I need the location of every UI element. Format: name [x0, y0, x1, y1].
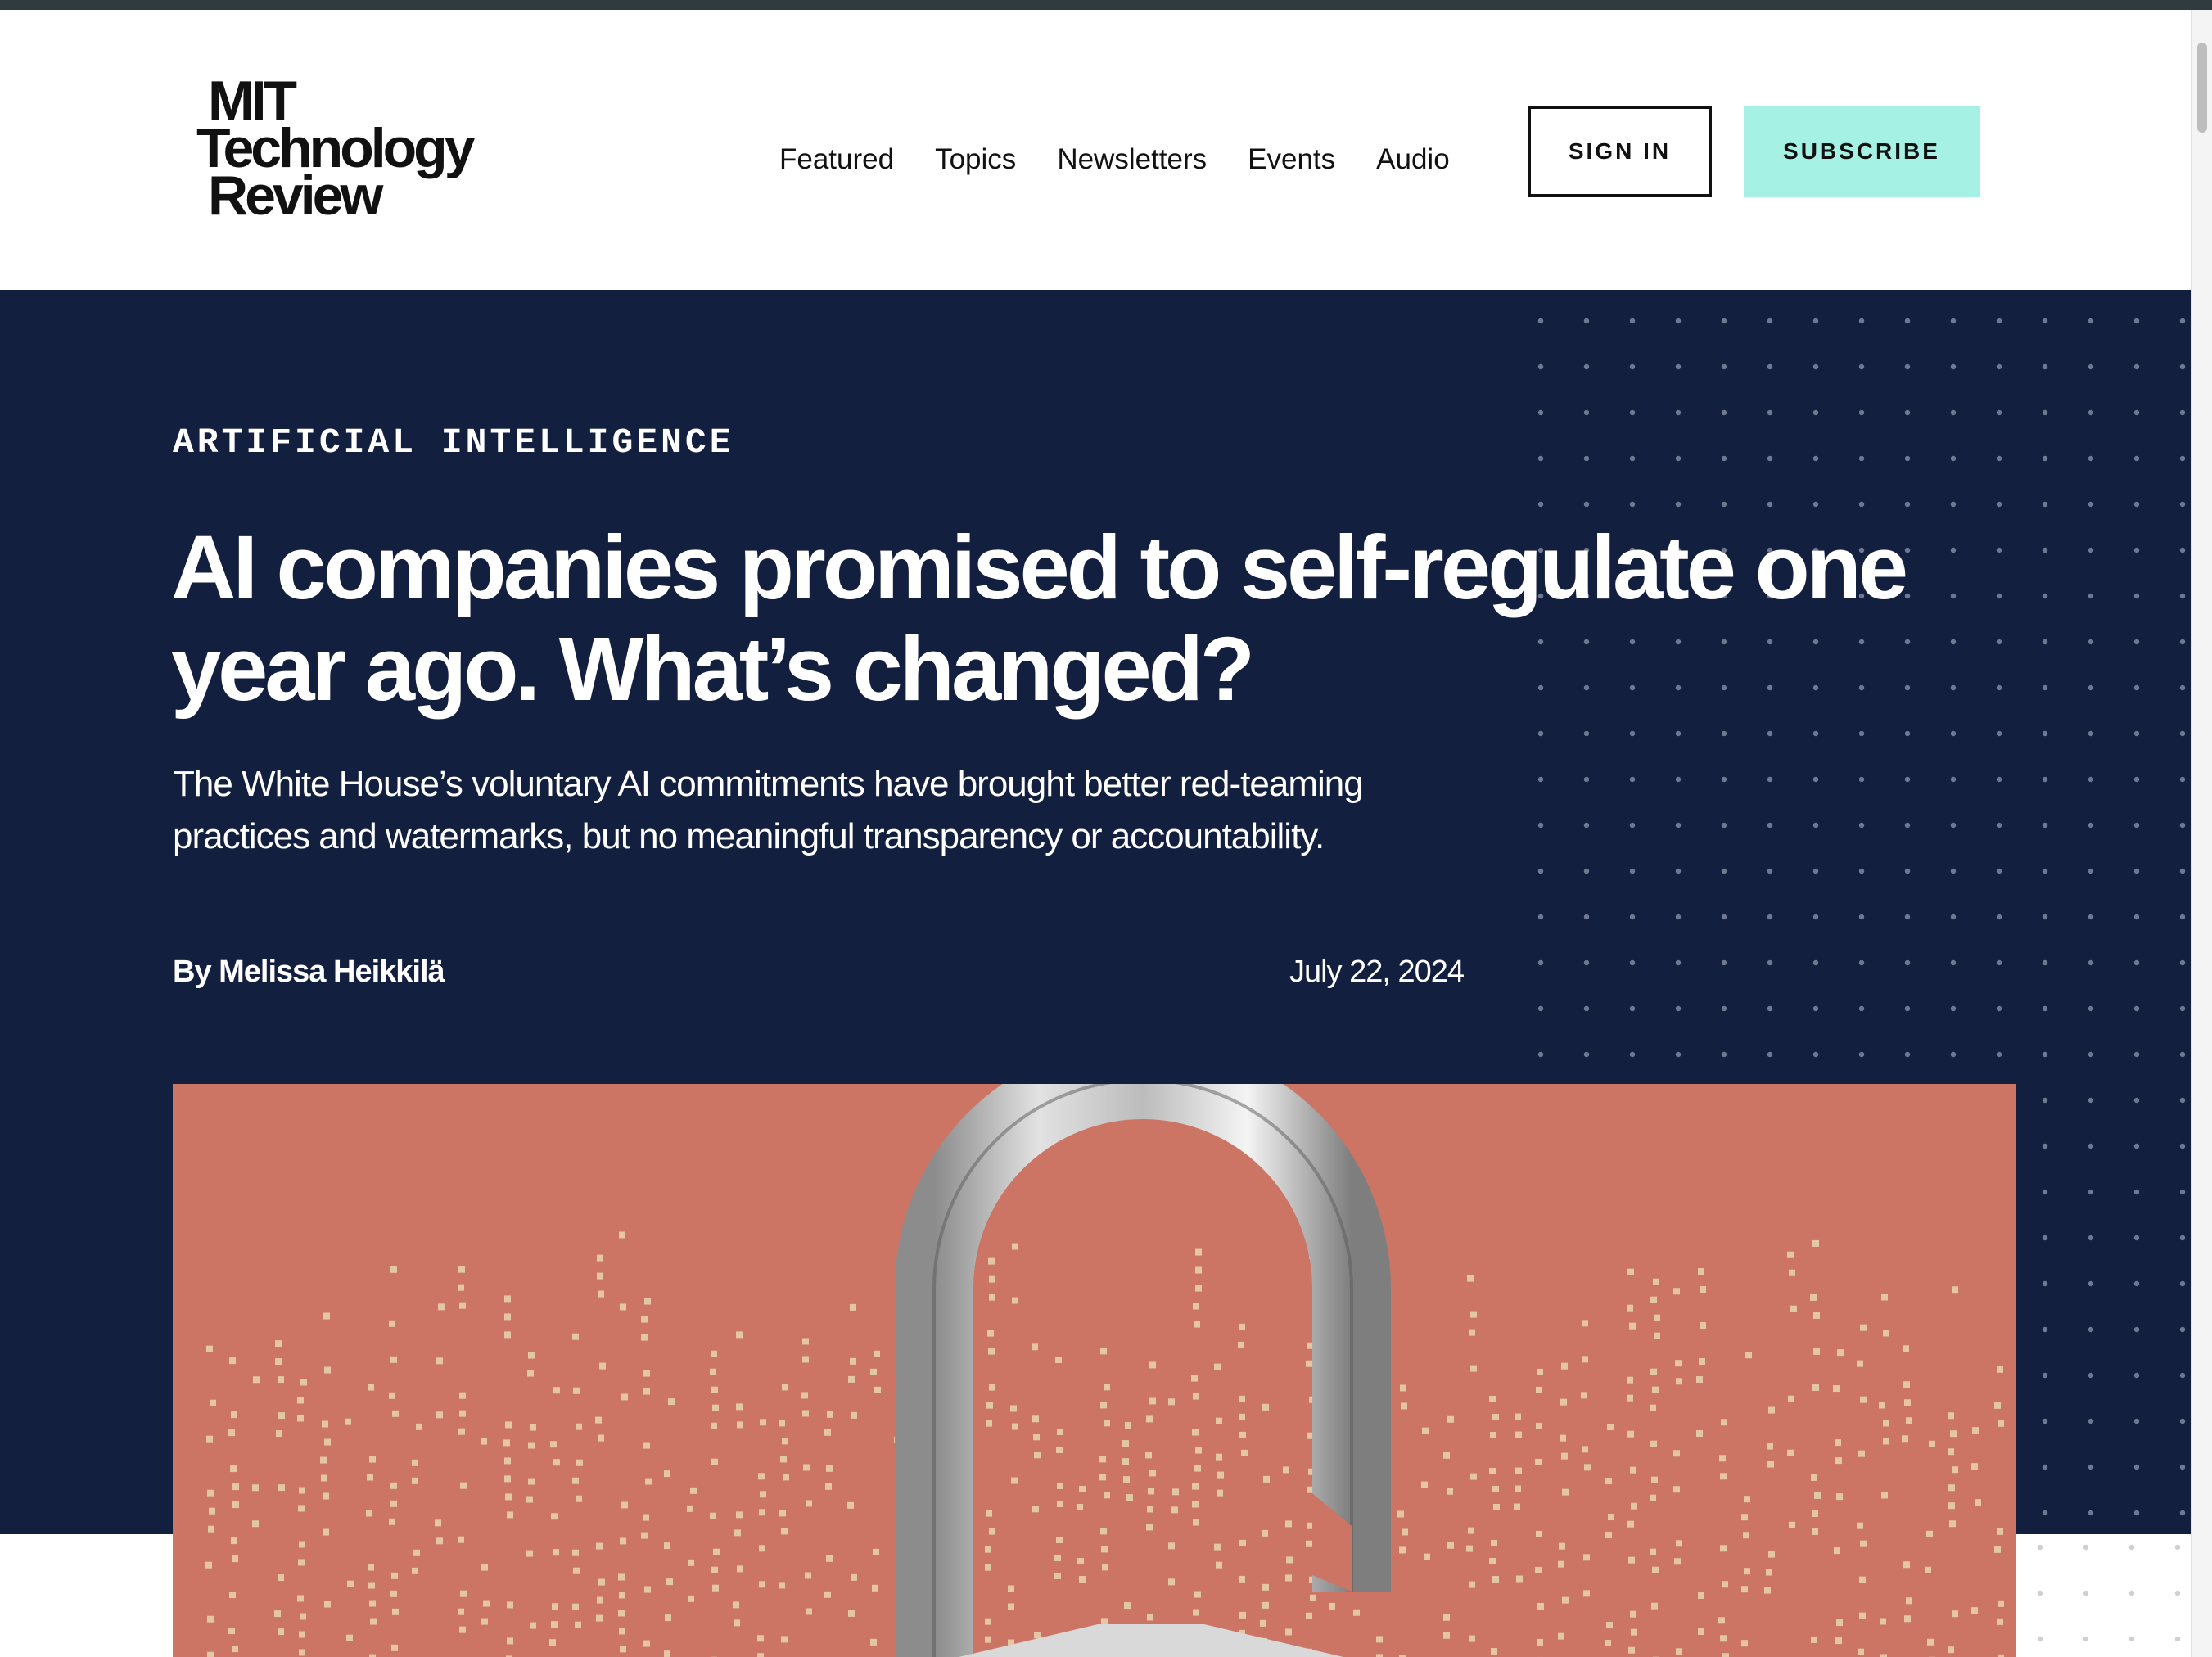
publish-date: July 22, 2024 [1289, 955, 1465, 989]
article-headline: AI companies promised to self-regulate o… [171, 517, 1908, 720]
padlock-illustration [205, 1084, 2004, 1657]
article-dek: The White House’s voluntary AI commitmen… [173, 764, 1364, 856]
nav-newsletters[interactable]: Newsletters [1057, 143, 1207, 176]
sign-in-button[interactable]: SIGN IN [1528, 106, 1712, 197]
nav-audio[interactable]: Audio [1376, 143, 1450, 176]
decorative-dot-grid-lower [2014, 1534, 2191, 1657]
mit-technology-review-logo[interactable]: MIT Technology Review [196, 73, 524, 241]
vertical-scrollbar[interactable] [2191, 10, 2212, 1657]
nav-topics[interactable]: Topics [935, 143, 1016, 176]
site-header: MIT Technology Review Featured Topics Ne… [0, 10, 2191, 290]
window-top-strip [0, 0, 2212, 10]
logo-line-3: Review [208, 165, 383, 227]
article-category[interactable]: ARTIFICIAL INTELLIGENCE [173, 422, 734, 463]
nav-events[interactable]: Events [1248, 143, 1335, 176]
nav-featured[interactable]: Featured [779, 143, 894, 176]
byline: By Melissa Heikkilä [173, 955, 445, 990]
article-hero-image [173, 1084, 2016, 1657]
main-nav: Featured Topics Newsletters Events Audio [779, 133, 1450, 187]
subscribe-button[interactable]: SUBSCRIBE [1744, 106, 1980, 197]
byline-prefix: By [173, 955, 212, 989]
author-link[interactable]: Melissa Heikkilä [219, 955, 445, 989]
page: MIT Technology Review Featured Topics Ne… [0, 10, 2191, 1657]
scrollbar-thumb[interactable] [2197, 43, 2207, 133]
